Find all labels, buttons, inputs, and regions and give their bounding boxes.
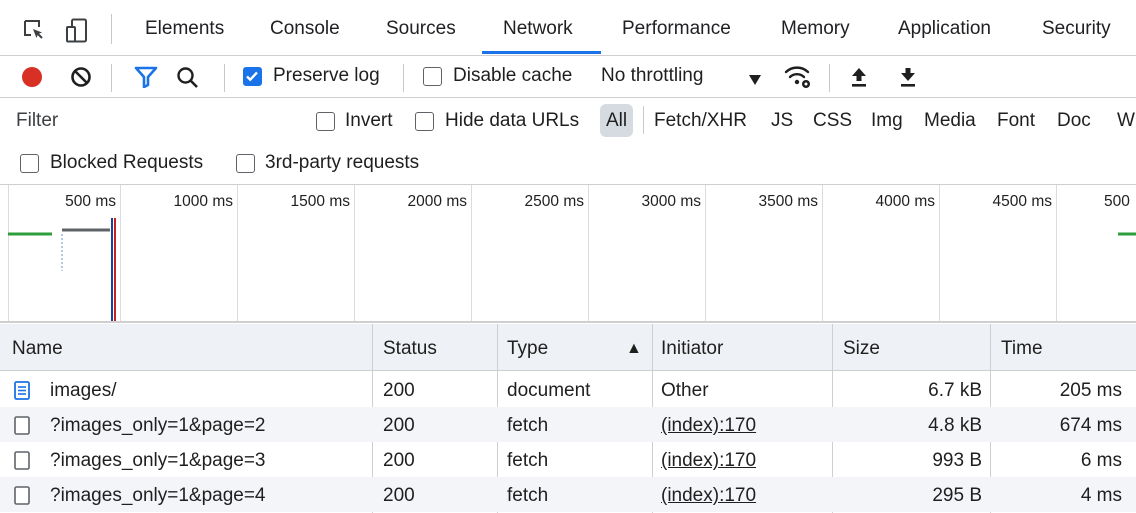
request-status: 200 (383, 415, 415, 436)
network-toolbar: Preserve log Disable cache No throttling (0, 56, 1136, 98)
column-header-status[interactable]: Status (383, 324, 437, 371)
device-toolbar-icon[interactable] (64, 18, 88, 43)
fetch-icon (14, 416, 30, 435)
request-size: 993 B (932, 450, 982, 471)
import-har-button[interactable] (850, 66, 868, 94)
tab-elements[interactable]: Elements (145, 0, 224, 55)
tab-network[interactable]: Network (503, 0, 573, 55)
request-size: 4.8 kB (928, 415, 982, 436)
type-filter-doc[interactable]: Doc (1053, 104, 1095, 137)
third-party-requests-checkbox[interactable] (236, 154, 255, 173)
type-filter-js[interactable]: JS (767, 104, 797, 137)
inspect-element-icon[interactable] (22, 18, 46, 42)
filter-bar: Invert Hide data URLs All Fetch/XHR JS C… (0, 98, 1136, 145)
disable-cache-label[interactable]: Disable cache (453, 65, 572, 87)
throttling-select[interactable]: No throttling (601, 65, 703, 87)
invert-checkbox[interactable] (316, 112, 335, 131)
type-filter-css[interactable]: CSS (809, 104, 856, 137)
request-type: fetch (507, 415, 549, 436)
fetch-icon (14, 451, 30, 470)
request-status: 200 (383, 485, 415, 506)
download-icon (901, 68, 915, 87)
devtools-tab-bar: Elements Console Sources Network Perform… (0, 0, 1136, 56)
request-name: images/ (50, 380, 117, 401)
search-icon (177, 67, 198, 88)
type-filter-media[interactable]: Media (920, 104, 980, 137)
request-status: 200 (383, 380, 415, 401)
table-row[interactable]: ?images_only=1&page=3 200 fetch (index):… (0, 442, 1136, 477)
request-name: ?images_only=1&page=3 (50, 450, 266, 471)
invert-label[interactable]: Invert (345, 110, 393, 132)
request-type: document (507, 380, 591, 401)
type-filter-ws[interactable]: W (1113, 104, 1136, 137)
upload-icon (852, 68, 866, 87)
column-header-name[interactable]: Name (12, 324, 63, 371)
active-tab-indicator (482, 51, 601, 54)
table-row[interactable]: images/ 200 document Other 6.7 kB 205 ms (0, 372, 1136, 407)
request-initiator-link[interactable]: (index):170 (661, 442, 756, 477)
request-time: 6 ms (1080, 450, 1122, 471)
sort-ascending-icon[interactable]: ▲ (626, 324, 642, 371)
requests-table: Name Status Type ▲ Initiator Size Time i… (0, 324, 1136, 513)
timeline-bars (8, 218, 1136, 321)
request-size: 6.7 kB (928, 380, 982, 401)
request-type: fetch (507, 450, 549, 471)
table-header: Name Status Type ▲ Initiator Size Time (0, 324, 1136, 371)
type-filter-font[interactable]: Font (993, 104, 1039, 137)
type-filter-fetch-xhr[interactable]: Fetch/XHR (650, 104, 751, 137)
throttling-dropdown-arrow-icon[interactable] (748, 70, 762, 92)
checkmark-icon (246, 71, 258, 82)
column-header-time[interactable]: Time (1001, 324, 1043, 371)
table-row[interactable]: ?images_only=1&page=4 200 fetch (index):… (0, 477, 1136, 512)
hide-data-urls-label[interactable]: Hide data URLs (445, 110, 579, 132)
request-size: 295 B (932, 485, 982, 506)
fetch-icon (14, 486, 30, 505)
type-filter-img[interactable]: Img (867, 104, 907, 137)
tab-memory[interactable]: Memory (781, 0, 850, 55)
blocked-requests-checkbox[interactable] (20, 154, 39, 173)
search-button[interactable] (176, 66, 200, 96)
request-initiator-link[interactable]: (index):170 (661, 477, 756, 512)
request-name: ?images_only=1&page=2 (50, 415, 266, 436)
preserve-log-label[interactable]: Preserve log (273, 65, 380, 87)
request-time: 205 ms (1059, 380, 1122, 401)
tab-console[interactable]: Console (270, 0, 340, 55)
document-icon (14, 381, 30, 400)
preserve-log-checkbox[interactable] (243, 67, 262, 86)
column-header-initiator[interactable]: Initiator (661, 324, 723, 371)
request-status: 200 (383, 450, 415, 471)
blocked-requests-label[interactable]: Blocked Requests (50, 152, 203, 174)
column-header-size[interactable]: Size (843, 324, 880, 371)
filter-funnel-icon (134, 66, 158, 89)
hide-data-urls-checkbox[interactable] (415, 112, 434, 131)
network-conditions-wifi-icon[interactable] (783, 63, 813, 97)
column-header-type[interactable]: Type (507, 324, 548, 371)
tab-security[interactable]: Security (1042, 0, 1111, 55)
request-time: 4 ms (1080, 485, 1122, 506)
extra-filter-row: Blocked Requests 3rd-party requests (0, 145, 1136, 185)
filter-input[interactable] (8, 104, 292, 138)
request-type: fetch (507, 485, 549, 506)
disable-cache-checkbox[interactable] (423, 67, 442, 86)
request-name: ?images_only=1&page=4 (50, 485, 266, 506)
tab-sources[interactable]: Sources (386, 0, 456, 55)
tab-application[interactable]: Application (898, 0, 991, 55)
request-initiator-link[interactable]: (index):170 (661, 407, 756, 442)
request-time: 674 ms (1059, 415, 1122, 436)
clear-button[interactable] (70, 66, 92, 94)
type-filter-all[interactable]: All (600, 104, 634, 137)
clear-icon (71, 67, 91, 87)
table-row[interactable]: ?images_only=1&page=2 200 fetch (index):… (0, 407, 1136, 442)
request-initiator: Other (661, 380, 709, 401)
third-party-requests-label[interactable]: 3rd-party requests (265, 152, 419, 174)
timeline-overview[interactable]: 500 ms 1000 ms 1500 ms 2000 ms 2500 ms 3… (0, 185, 1136, 323)
export-har-button[interactable] (899, 66, 917, 94)
tab-performance[interactable]: Performance (622, 0, 731, 55)
record-button[interactable] (21, 66, 43, 94)
filter-toggle-button[interactable] (134, 66, 158, 94)
